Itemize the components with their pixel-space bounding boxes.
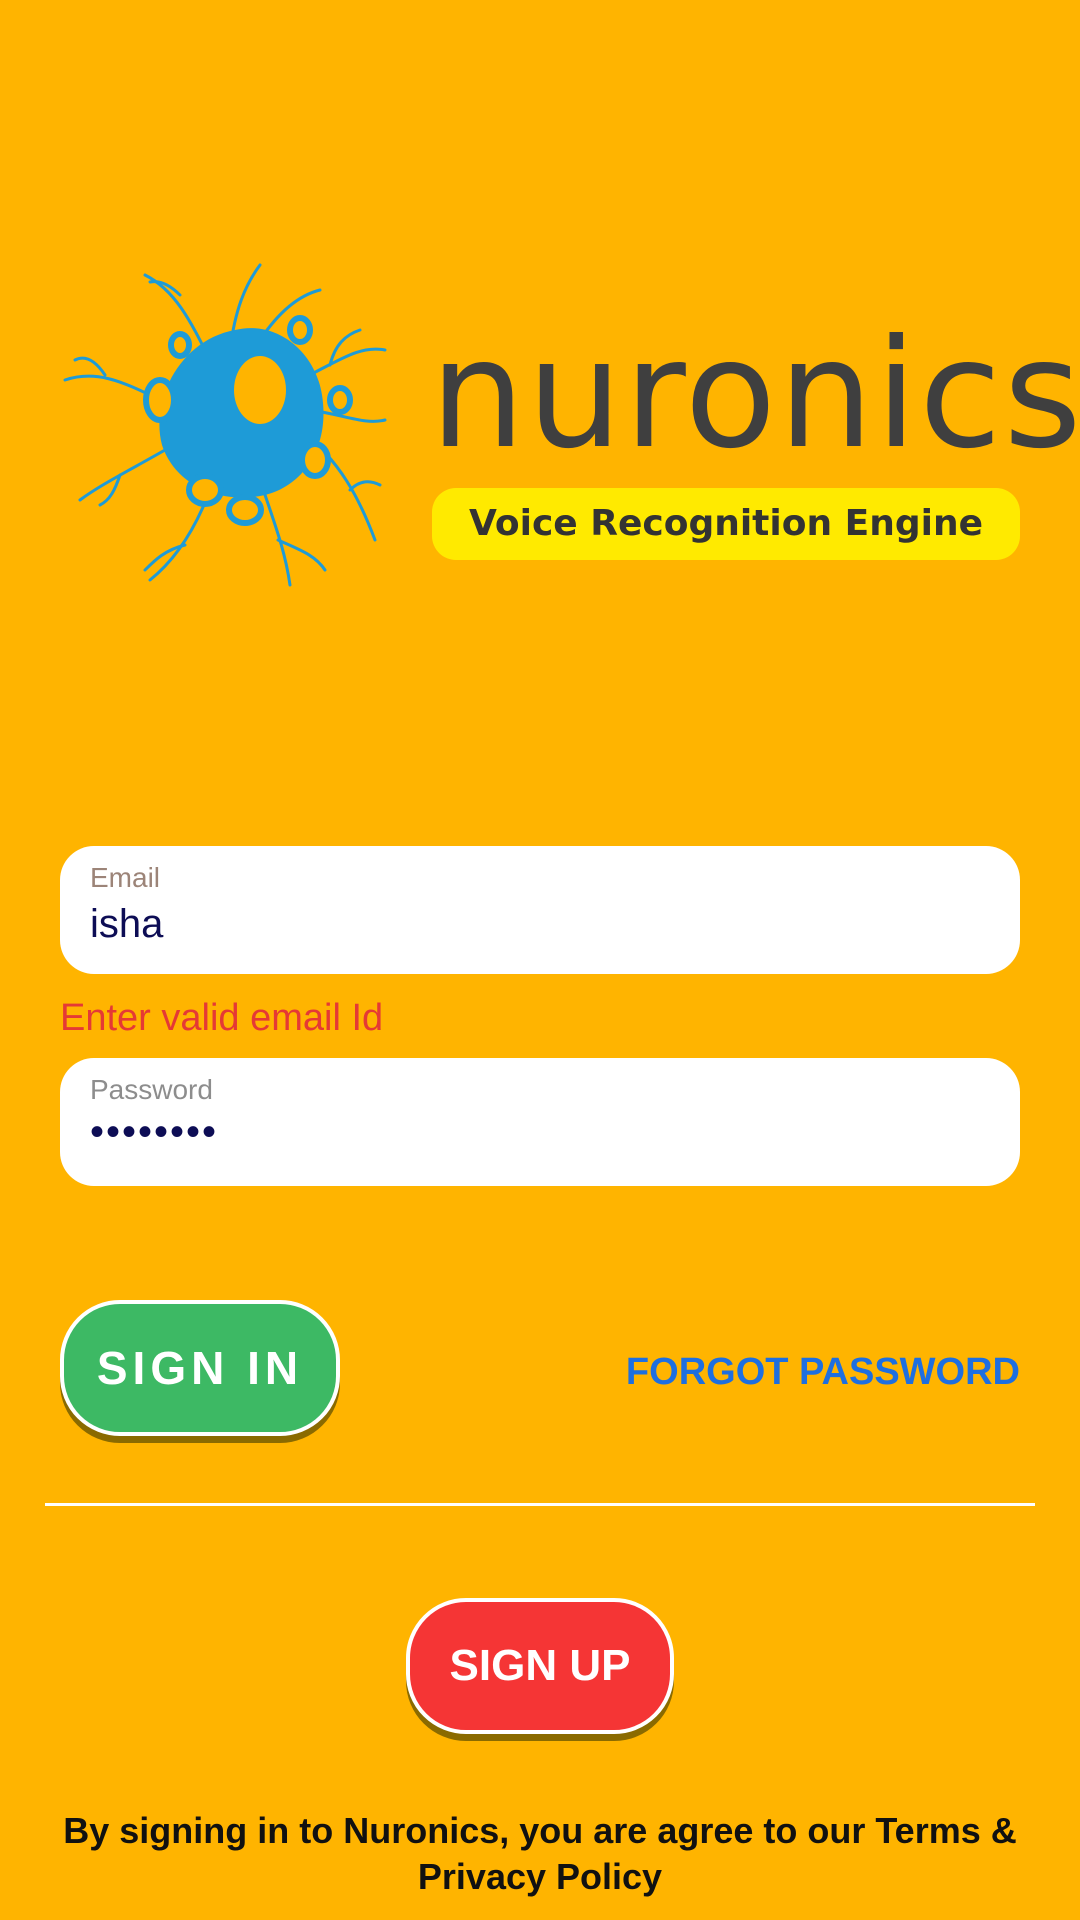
sign-up-button[interactable]: SIGN UP — [406, 1598, 674, 1734]
brand-tagline: Voice Recognition Engine — [432, 488, 1020, 560]
email-field[interactable]: Email isha — [60, 846, 1020, 974]
sign-in-button[interactable]: SIGN IN — [60, 1300, 340, 1436]
password-input[interactable]: •••••••• — [90, 1108, 218, 1156]
terms-privacy-notice: By signing in to Nuronics, you are agree… — [63, 1810, 1017, 1897]
brand-name: nuronics — [430, 308, 1080, 482]
forgot-password-link[interactable]: FORGOT PASSWORD — [626, 1350, 1020, 1394]
password-field[interactable]: Password •••••••• — [60, 1058, 1020, 1186]
divider — [45, 1503, 1035, 1506]
email-error-message: Enter valid email Id — [60, 997, 384, 1039]
login-screen: nuronics Voice Recognition Engine Email … — [0, 0, 1080, 1920]
email-label: Email — [90, 862, 161, 893]
brand-logo: nuronics Voice Recognition Engine — [60, 250, 1080, 600]
password-label: Password — [90, 1074, 213, 1105]
email-input[interactable]: isha — [90, 900, 163, 948]
neuron-logo-icon — [63, 263, 387, 587]
